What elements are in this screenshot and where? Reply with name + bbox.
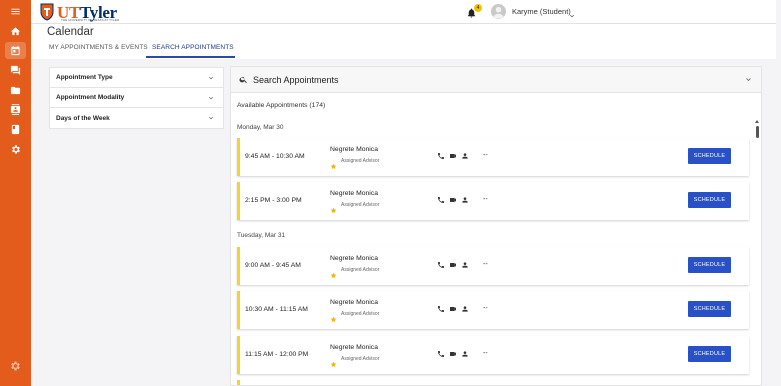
- person-icon: [462, 153, 468, 159]
- star-icon: [330, 157, 337, 170]
- slot-time: 9:45 AM - 10:30 AM: [245, 153, 305, 160]
- star-icon: [330, 310, 337, 323]
- advisor-name: Negrete Monica: [330, 255, 378, 262]
- shield-icon: [40, 3, 54, 21]
- advisor-name: Negrete Monica: [330, 299, 378, 306]
- slot-time: 2:15 PM - 3:00 PM: [245, 197, 302, 204]
- person-icon: [462, 262, 468, 268]
- top-bar: UTTyler THE UNIVERSITY OF TEXAS AT TYLER…: [31, 0, 776, 24]
- user-name[interactable]: Karyme (Student): [512, 7, 571, 16]
- slot-location: --: [483, 196, 488, 203]
- advisor-name: Negrete Monica: [330, 344, 378, 351]
- chevron-down-icon: [209, 76, 213, 79]
- video-icon: [450, 198, 456, 202]
- video-icon: [450, 263, 456, 267]
- notification-count-badge: 4: [474, 4, 482, 12]
- filter-label: Appointment Type: [56, 74, 113, 81]
- modality-icons: [437, 350, 469, 358]
- advisor-name: Negrete Monica: [330, 190, 378, 197]
- filter-appointment-type[interactable]: Appointment Type: [50, 68, 223, 88]
- search-appointments-panel: Search Appointments Available Appointmen…: [230, 66, 762, 386]
- active-tab-indicator: [146, 56, 235, 58]
- chevron-down-icon[interactable]: [568, 7, 576, 18]
- slot-time: 11:15 AM - 12:00 PM: [245, 351, 309, 358]
- chevron-down-icon: [209, 96, 213, 99]
- person-icon: [462, 197, 468, 203]
- star-icon: [330, 266, 337, 279]
- phone-icon: [438, 351, 444, 357]
- advisor-role: Assigned Advisor: [341, 356, 380, 362]
- schedule-button[interactable]: SCHEDULE: [688, 257, 731, 273]
- modality-icons: [437, 152, 469, 160]
- available-count: Available Appointments (174): [237, 102, 326, 109]
- appointment-card: 11:15 AM - 12:00 PM Negrete Monica Assig…: [237, 336, 749, 374]
- folder-icon[interactable]: [5, 82, 26, 99]
- star-icon: [330, 355, 337, 368]
- filter-label: Appointment Modality: [56, 94, 125, 101]
- search-panel-header[interactable]: Search Appointments: [231, 67, 761, 93]
- star-icon: [330, 201, 337, 214]
- filters-panel: Appointment Type Appointment Modality Da…: [49, 67, 224, 129]
- appointment-card: 10:30 AM - 11:15 AM Negrete Monica Assig…: [237, 291, 749, 329]
- filter-label: Days of the Week: [56, 114, 110, 122]
- advisor-name: Negrete Monica: [330, 146, 378, 153]
- schedule-button[interactable]: SCHEDULE: [688, 148, 731, 164]
- user-avatar[interactable]: [491, 4, 506, 19]
- appointment-card: 2:15 PM - 3:00 PM Negrete Monica Assigne…: [237, 182, 749, 220]
- side-nav-rail: [0, 0, 31, 386]
- page-header: Calendar MY APPOINTMENTS & EVENTS SEARCH…: [31, 24, 776, 59]
- modality-icons: [437, 305, 469, 313]
- help-icon[interactable]: [9, 359, 21, 371]
- day-heading: Tuesday, Mar 31: [237, 232, 286, 239]
- slot-location: --: [483, 305, 488, 312]
- schedule-button[interactable]: SCHEDULE: [688, 346, 731, 362]
- slot-location: --: [483, 261, 488, 268]
- modality-icons: [437, 196, 469, 204]
- schedule-button[interactable]: SCHEDULE: [688, 192, 731, 208]
- calendar-icon[interactable]: [5, 42, 26, 59]
- person-icon: [462, 351, 468, 357]
- day-heading: Monday, Mar 30: [237, 124, 284, 131]
- advisor-role: Assigned Advisor: [341, 202, 380, 208]
- settings-icon[interactable]: [5, 141, 26, 158]
- search-icon: [239, 76, 247, 84]
- phone-icon: [438, 306, 444, 312]
- schedule-button[interactable]: SCHEDULE: [688, 301, 731, 317]
- scroll-up-arrow[interactable]: [755, 120, 759, 123]
- filter-appointment-modality[interactable]: Appointment Modality: [50, 88, 223, 108]
- logo-subtitle: THE UNIVERSITY OF TEXAS AT TYLER: [61, 18, 120, 22]
- video-icon: [450, 307, 456, 311]
- phone-icon: [438, 197, 444, 203]
- appointment-card: 9:45 AM - 10:30 AM Negrete Monica Assign…: [237, 138, 749, 176]
- slot-location: --: [483, 152, 488, 159]
- advisor-role: Assigned Advisor: [341, 158, 380, 164]
- page-title: Calendar: [47, 26, 94, 38]
- slot-time: 9:00 AM - 9:45 AM: [245, 262, 301, 269]
- scrollbar-thumb[interactable]: [756, 126, 759, 138]
- tab-my-appointments[interactable]: MY APPOINTMENTS & EVENTS: [49, 44, 148, 51]
- home-icon[interactable]: [5, 23, 26, 40]
- advisor-role: Assigned Advisor: [341, 267, 380, 273]
- book-icon[interactable]: [5, 121, 26, 138]
- filter-days-of-week[interactable]: Days of the Week: [50, 108, 223, 128]
- tab-search-appointments[interactable]: SEARCH APPOINTMENTS: [152, 44, 234, 51]
- advisor-role: Assigned Advisor: [341, 311, 380, 317]
- person-icon: [462, 306, 468, 312]
- chevron-down-icon[interactable]: [744, 75, 753, 84]
- contacts-icon[interactable]: [5, 101, 26, 118]
- menu-icon[interactable]: [5, 3, 26, 20]
- phone-icon: [438, 262, 444, 268]
- appointment-card: 9:00 AM - 9:45 AM Negrete Monica Assigne…: [237, 247, 749, 285]
- modality-icons: [437, 261, 469, 269]
- appointment-card-partial: [237, 380, 749, 385]
- chat-icon[interactable]: [5, 62, 26, 79]
- slot-location: --: [483, 350, 488, 357]
- ut-tyler-logo[interactable]: UTTyler THE UNIVERSITY OF TEXAS AT TYLER: [40, 2, 120, 22]
- video-icon: [450, 352, 456, 356]
- slot-time: 10:30 AM - 11:15 AM: [245, 306, 308, 313]
- chevron-down-icon: [209, 116, 213, 120]
- video-icon: [450, 154, 456, 158]
- search-panel-title: Search Appointments: [253, 74, 339, 85]
- phone-icon: [438, 153, 444, 159]
